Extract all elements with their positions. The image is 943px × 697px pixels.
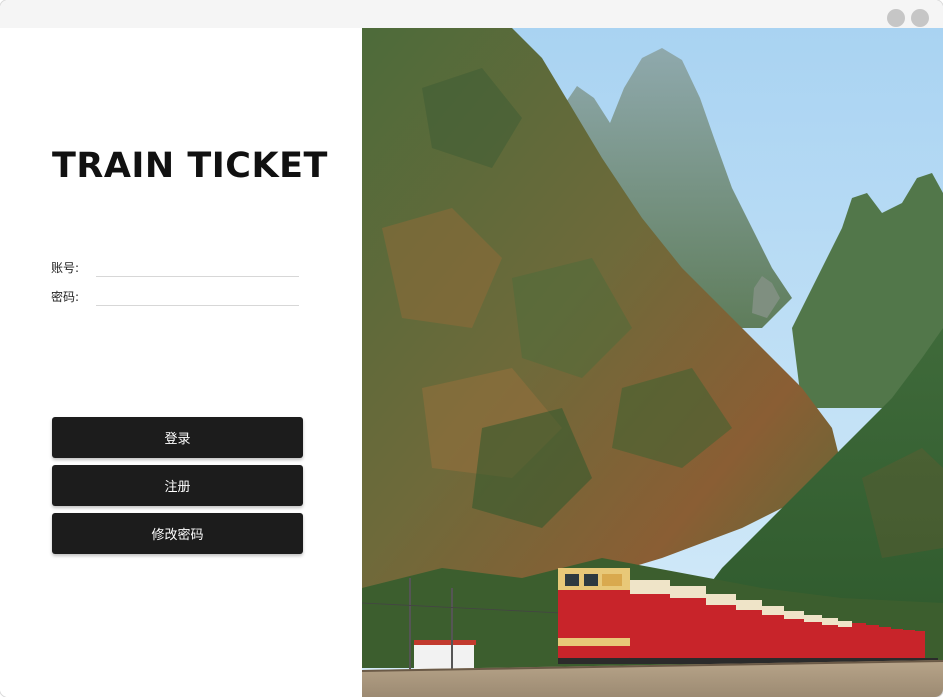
- app-window: TRAIN TICKET 账号: 密码: 登录 注册 修改密码: [0, 0, 943, 697]
- change-password-button[interactable]: 修改密码: [52, 513, 303, 554]
- minimize-button[interactable]: [887, 9, 905, 27]
- close-button[interactable]: [911, 9, 929, 27]
- app-title: TRAIN TICKET: [52, 146, 328, 186]
- login-button[interactable]: 登录: [52, 417, 303, 458]
- account-row: 账号:: [51, 257, 301, 279]
- register-button[interactable]: 注册: [52, 465, 303, 506]
- password-input[interactable]: [96, 286, 299, 306]
- account-input[interactable]: [96, 257, 299, 277]
- password-label: 密码:: [51, 290, 80, 304]
- account-label: 账号:: [51, 261, 80, 275]
- password-row: 密码:: [51, 286, 301, 308]
- mountain-train-photo: [362, 28, 943, 697]
- station-building: [414, 643, 474, 671]
- hero-image: [362, 28, 943, 697]
- login-panel: TRAIN TICKET 账号: 密码: 登录 注册 修改密码: [0, 28, 362, 697]
- title-bar[interactable]: [0, 0, 943, 29]
